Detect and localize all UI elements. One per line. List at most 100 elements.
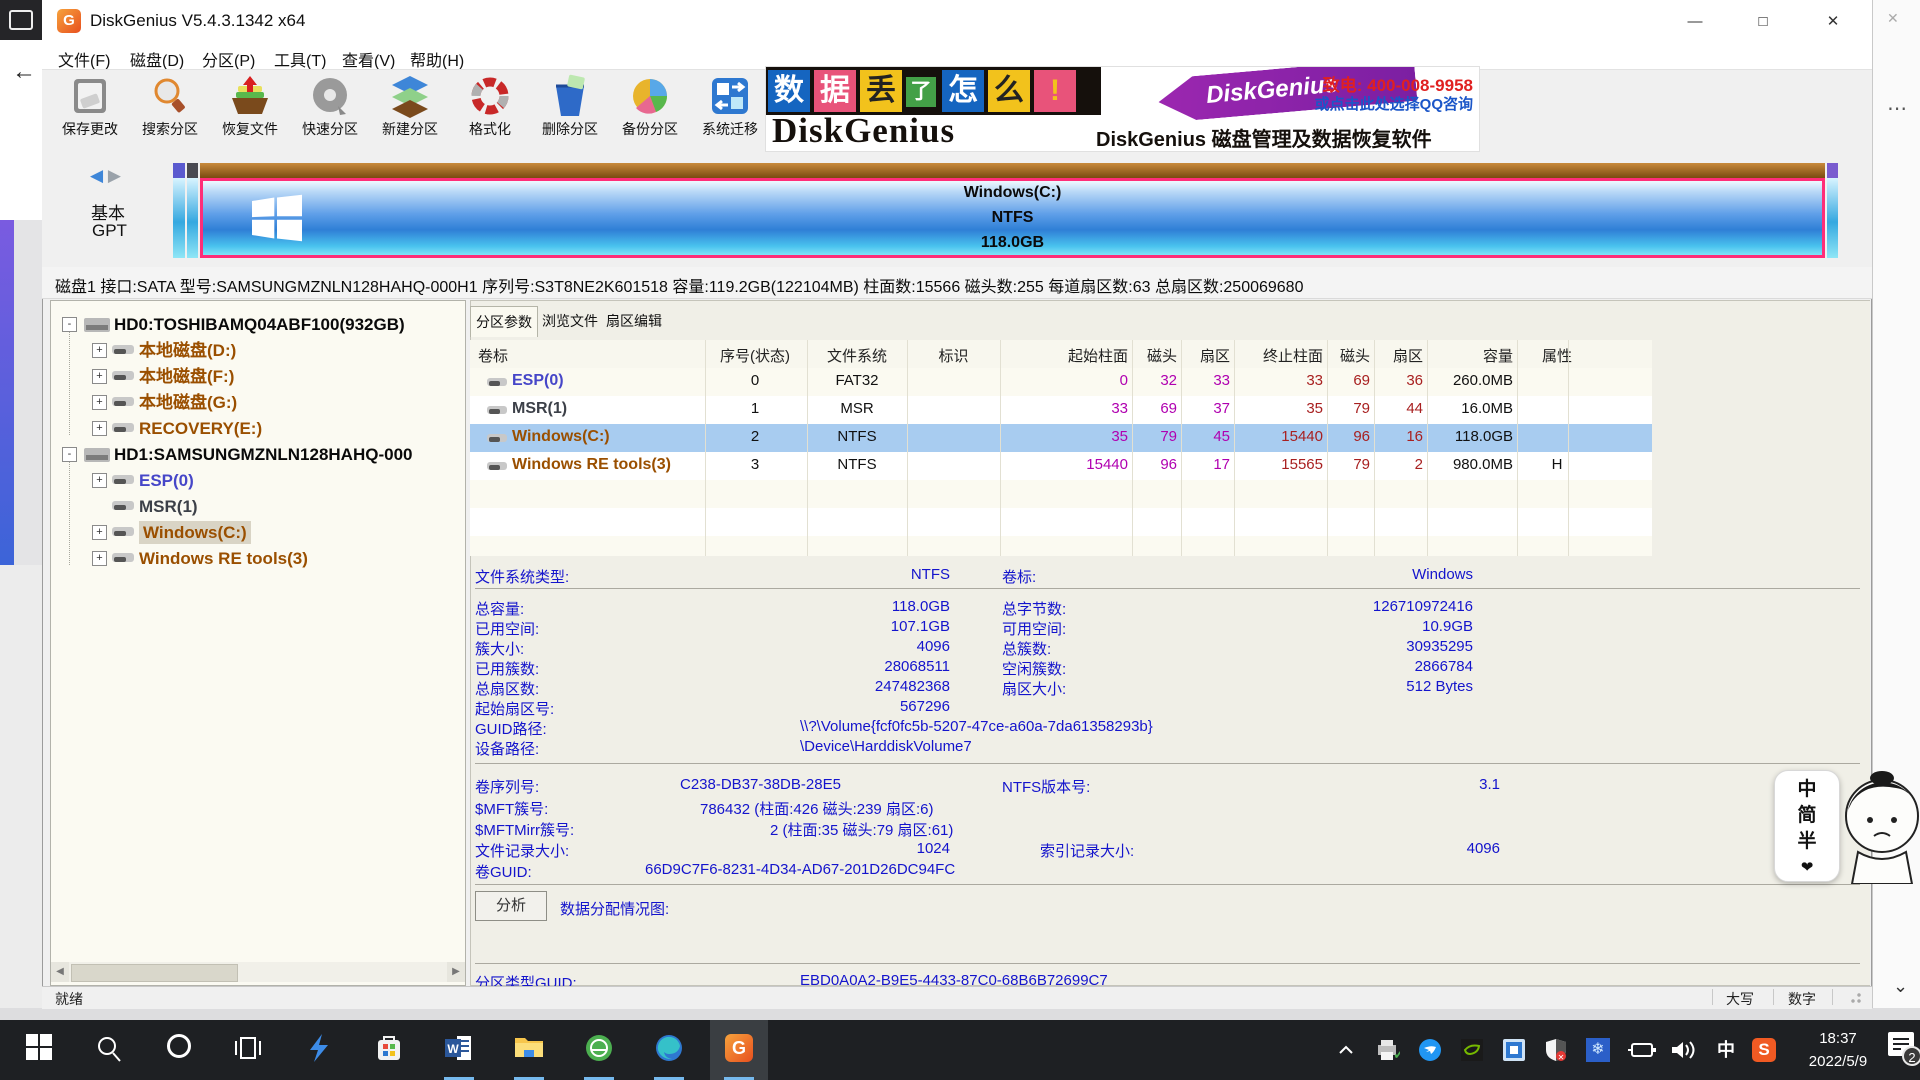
quick-partition-button[interactable]: 快速分区	[290, 72, 370, 150]
status-bar	[42, 986, 1872, 1009]
tray-expand-chevron[interactable]	[1330, 1034, 1362, 1066]
tab-sector-edit[interactable]: 扇区编辑	[602, 306, 666, 337]
expand-toggle[interactable]: +	[92, 395, 107, 410]
col-seq-status[interactable]: 序号(状态)	[695, 345, 815, 366]
close-button[interactable]: ✕	[1810, 8, 1856, 36]
table-row-windows-c-selected[interactable]: Windows(C:) 2 NTFS 35 79 45 15440 96 16 …	[470, 424, 1652, 452]
delete-partition-button[interactable]: 删除分区	[530, 72, 610, 150]
tray-intel-graphics[interactable]	[1498, 1034, 1530, 1066]
ime-mode-chinese[interactable]: 中	[1775, 777, 1839, 803]
scrollbar-thumb[interactable]	[71, 964, 238, 982]
table-row-winre[interactable]: Windows RE tools(3) 3 NTFS 15440 96 17 1…	[470, 452, 1652, 480]
tree-item-msr[interactable]: MSR(1)	[51, 495, 466, 519]
col-start-sector[interactable]: 扇区	[1182, 345, 1230, 366]
chevron-down-icon[interactable]: ⌄	[1893, 976, 1908, 997]
diskgenius-taskbar-button[interactable]: G	[710, 1020, 768, 1080]
tray-nvidia[interactable]	[1456, 1034, 1488, 1066]
pie-icon	[628, 74, 672, 118]
flash-app-button[interactable]	[290, 1020, 348, 1080]
background-close-icon[interactable]: ✕	[1887, 10, 1899, 27]
tree-item-esp[interactable]: + ESP(0)	[51, 469, 466, 493]
col-end-sector[interactable]: 扇区	[1374, 345, 1423, 366]
winre-partition-block[interactable]	[1827, 178, 1838, 258]
word-button[interactable]: W	[430, 1020, 488, 1080]
tree-item-hd1[interactable]: - HD1:SAMSUNGMZNLN128HAHQ-000	[51, 443, 466, 467]
heart-icon[interactable]: ❤	[1775, 855, 1839, 881]
col-start-head[interactable]: 磁头	[1132, 345, 1177, 366]
disk-nav-arrows[interactable]: ◀ ▶	[90, 166, 121, 186]
analyze-button[interactable]: 分析	[475, 891, 547, 921]
format-button[interactable]: 格式化	[450, 72, 530, 150]
file-explorer-button[interactable]	[500, 1020, 558, 1080]
tray-speaker[interactable]	[1668, 1034, 1700, 1066]
expand-toggle[interactable]: +	[92, 343, 107, 358]
msr-partition-block[interactable]	[187, 178, 198, 258]
tree-item-local-f[interactable]: + 本地磁盘(F:)	[51, 365, 466, 389]
table-row-esp[interactable]: ESP(0) 0 FAT32 0 32 33 33 69 36 260.0MB	[470, 368, 1652, 396]
tree-item-recovery-e[interactable]: + RECOVERY(E:)	[51, 417, 466, 441]
start-button[interactable]	[10, 1020, 68, 1080]
tray-snowflake[interactable]: ❄	[1582, 1034, 1614, 1066]
col-attr[interactable]: 属性	[1517, 345, 1597, 366]
tree-item-windows-c[interactable]: + Windows(C:)	[51, 521, 466, 545]
ad-banner[interactable]: 数 据 丢 了 怎 么 ! DiskGenius DiskGenius 致电: …	[765, 66, 1480, 152]
expand-toggle[interactable]: +	[92, 473, 107, 488]
expand-toggle[interactable]: +	[92, 551, 107, 566]
banner-qq-link[interactable]: 或点击此处选择QQ咨询	[1315, 93, 1473, 114]
ime-cartoon-character	[1838, 768, 1920, 889]
resize-grip[interactable]	[1850, 992, 1864, 1004]
ms-store-button[interactable]	[360, 1020, 418, 1080]
format-donut-icon	[468, 74, 512, 118]
task-view-button[interactable]	[220, 1020, 278, 1080]
tree-item-local-d[interactable]: + 本地磁盘(D:)	[51, 339, 466, 363]
col-capacity[interactable]: 容量	[1427, 345, 1513, 366]
scroll-right-button[interactable]: ▶	[447, 962, 465, 982]
more-options-icon[interactable]: ⋯	[1887, 96, 1907, 121]
maximize-button[interactable]: □	[1740, 8, 1786, 36]
recover-files-button[interactable]: 恢复文件	[210, 72, 290, 150]
tree-item-hd0[interactable]: - HD0:TOSHIBAMQ04ABF100(932GB)	[51, 313, 466, 337]
scroll-left-button[interactable]: ◀	[51, 962, 69, 982]
tray-battery[interactable]	[1626, 1034, 1658, 1066]
col-end-head[interactable]: 磁头	[1327, 345, 1370, 366]
edge-button[interactable]	[640, 1020, 698, 1080]
expand-toggle[interactable]: -	[62, 317, 77, 332]
minimize-button[interactable]: —	[1672, 8, 1718, 36]
browser-green-button[interactable]	[570, 1020, 628, 1080]
tray-ime-indicator[interactable]: 中	[1710, 1034, 1742, 1066]
ime-floating-widget[interactable]: 中 简 半 ❤	[1774, 770, 1840, 882]
tree-horizontal-scrollbar[interactable]: ◀ ▶	[51, 962, 465, 982]
table-row-msr[interactable]: MSR(1) 1 MSR 33 69 37 35 79 44 16.0MB	[470, 396, 1652, 424]
col-filesystem[interactable]: 文件系统	[807, 345, 907, 366]
col-id[interactable]: 标识	[907, 345, 1000, 366]
col-end-cyl[interactable]: 终止柱面	[1234, 345, 1323, 366]
background-window-header	[0, 0, 42, 40]
new-partition-button[interactable]: 新建分区	[370, 72, 450, 150]
tray-sogou[interactable]: S	[1748, 1034, 1780, 1066]
expand-toggle[interactable]: +	[92, 421, 107, 436]
tree-item-winre[interactable]: + Windows RE tools(3)	[51, 547, 466, 571]
tray-printer[interactable]: ✓	[1372, 1034, 1404, 1066]
ime-mode-halfwidth[interactable]: 半	[1775, 829, 1839, 855]
col-start-cyl[interactable]: 起始柱面	[1030, 345, 1128, 366]
col-volume-label[interactable]: 卷标	[478, 345, 508, 366]
tray-dingtalk[interactable]	[1414, 1034, 1446, 1066]
tab-browse-files[interactable]: 浏览文件	[538, 306, 602, 337]
cortana-button[interactable]	[150, 1020, 208, 1080]
ime-mode-simplified[interactable]: 简	[1775, 803, 1839, 829]
edge-icon	[655, 1034, 683, 1062]
back-arrow-icon[interactable]: ←	[12, 58, 36, 86]
tray-security-shield[interactable]: ✕	[1540, 1034, 1572, 1066]
taskbar-search-button[interactable]	[80, 1020, 138, 1080]
search-partition-button[interactable]: 搜索分区	[130, 72, 210, 150]
tree-item-local-g[interactable]: + 本地磁盘(G:)	[51, 391, 466, 415]
save-changes-button[interactable]: 保存更改	[50, 72, 130, 150]
esp-partition-block[interactable]	[173, 178, 185, 258]
taskbar-clock[interactable]: 18:37 2022/5/9	[1796, 1027, 1880, 1073]
backup-partition-button[interactable]: 备份分区	[610, 72, 690, 150]
expand-toggle[interactable]: +	[92, 369, 107, 384]
system-migration-button[interactable]: 系统迁移	[690, 72, 770, 150]
tab-partition-params[interactable]: 分区参数	[470, 306, 538, 337]
expand-toggle[interactable]: -	[62, 447, 77, 462]
expand-toggle[interactable]: +	[92, 525, 107, 540]
